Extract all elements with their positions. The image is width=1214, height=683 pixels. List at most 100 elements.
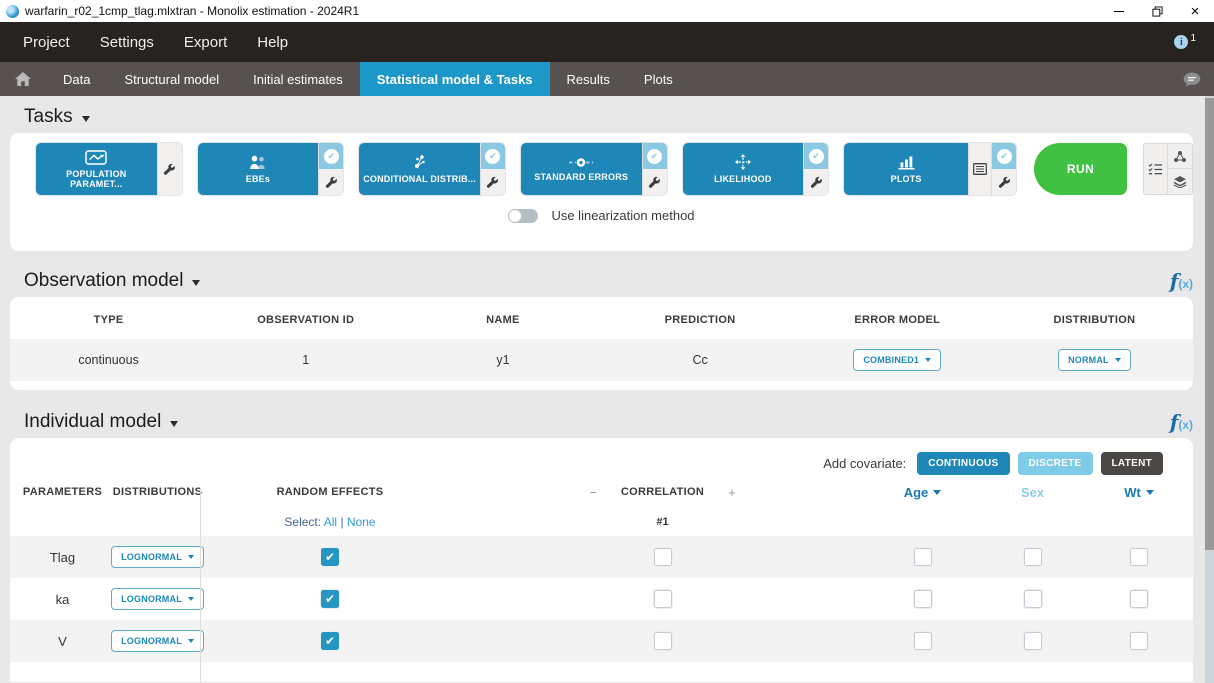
task-settings-button[interactable] [804,169,828,195]
individual-formula-button[interactable]: f (x) [1170,410,1193,434]
age-covariate-checkbox[interactable]: ✔ [914,590,932,608]
task-settings-button[interactable] [643,169,667,195]
task-settings-button[interactable] [319,169,343,195]
linearization-toggle[interactable] [508,209,538,223]
task-population-parameters[interactable]: POPULATION PARAMET... [36,143,182,195]
list-icon [973,163,987,175]
run-button[interactable]: RUN [1034,143,1127,195]
wrench-icon [810,176,823,189]
menu-project[interactable]: Project [8,22,85,62]
tasks-card: POPULATION PARAMET... EBEs ✔ [10,133,1193,251]
col-distributions: DISTRIBUTIONS [113,486,202,498]
task-selected-checkbox[interactable]: ✔ [643,143,667,169]
select-none-link[interactable]: None [347,515,376,529]
home-icon [14,71,32,87]
plots-list-button[interactable] [968,143,991,195]
tab-statistical-model-tasks[interactable]: Statistical model & Tasks [360,62,550,96]
tab-data[interactable]: Data [46,62,107,96]
individual-model-card: Add covariate: CONTINUOUS DISCRETE LATEN… [10,438,1193,682]
title-bar: warfarin_r02_1cmp_tlag.mlxtran - Monolix… [0,0,1214,22]
tab-home[interactable] [0,62,46,96]
menu-help[interactable]: Help [242,22,303,62]
add-latent-covariate-button[interactable]: LATENT [1101,452,1164,475]
col-type: TYPE [94,314,124,326]
task-selected-checkbox[interactable]: ✔ [992,143,1016,169]
error-model-dropdown[interactable]: COMBINED1 [853,349,941,371]
correlation-add-button[interactable]: + [728,485,736,500]
task-settings-button[interactable] [481,169,505,195]
wrench-icon [163,163,176,176]
restore-icon [1152,6,1163,17]
observation-formula-button[interactable]: f (x) [1170,269,1193,293]
menu-settings[interactable]: Settings [85,22,169,62]
maximize-button[interactable] [1138,0,1176,22]
add-discrete-covariate-button[interactable]: DISCRETE [1018,452,1093,475]
feedback-button[interactable] [1182,62,1202,96]
covariate-wt-header[interactable]: Wt [1124,485,1154,500]
minimize-button[interactable] [1100,0,1138,22]
add-covariate-label: Add covariate: [823,456,906,471]
add-continuous-covariate-button[interactable]: CONTINUOUS [917,452,1009,475]
assessment-button[interactable] [1168,144,1192,169]
task-settings-button[interactable] [992,169,1016,195]
observation-model-title[interactable]: Observation model [24,270,200,292]
correlation-group-label: #1 [656,516,668,528]
correlation-checkbox[interactable]: ✔ [654,548,672,566]
col-parameters: PARAMETERS [23,486,102,498]
individual-model-title[interactable]: Individual model [24,411,178,433]
correlation-remove-button[interactable]: − [589,485,597,500]
task-selected-checkbox[interactable]: ✔ [804,143,828,169]
monolix-logo-icon [6,5,19,18]
layers-button[interactable] [1168,169,1192,194]
tab-plots[interactable]: Plots [627,62,690,96]
sex-covariate-checkbox[interactable]: ✔ [1024,590,1042,608]
task-plots[interactable]: PLOTS ✔ [844,143,1016,195]
task-conditional-distribution[interactable]: CONDITIONAL DISTRIB... ✔ [359,143,505,195]
menu-bar: Project Settings Export Help i 1 [0,22,1214,62]
chevron-down-icon [82,116,90,122]
scrollbar-thumb[interactable] [1205,98,1214,550]
task-label: STANDARD ERRORS [534,172,628,182]
select-all-link[interactable]: All [324,515,337,529]
covariate-age-header[interactable]: Age [904,485,942,500]
distribution-dropdown[interactable]: NORMAL [1058,349,1131,371]
col-prediction: PREDICTION [665,314,736,326]
menu-export[interactable]: Export [169,22,242,62]
random-effects-checkbox[interactable]: ✔ [321,632,339,650]
random-effects-checkbox[interactable]: ✔ [321,590,339,608]
task-label: POPULATION PARAMET... [39,169,154,189]
distribution-dropdown[interactable]: LOGNORMAL [111,588,204,610]
tab-results[interactable]: Results [550,62,627,96]
task-settings-button[interactable] [158,143,182,195]
sex-covariate-checkbox[interactable]: ✔ [1024,632,1042,650]
covariate-sex-header[interactable]: Sex [1021,485,1044,500]
tab-structural-model[interactable]: Structural model [107,62,236,96]
task-selected-checkbox[interactable]: ✔ [481,143,505,169]
wt-covariate-checkbox[interactable]: ✔ [1130,590,1148,608]
scenario-checklist-button[interactable] [1144,144,1168,194]
task-standard-errors[interactable]: STANDARD ERRORS ✔ [521,143,667,195]
task-likelihood[interactable]: LIKELIHOOD ✔ [683,143,829,195]
wt-covariate-checkbox[interactable]: ✔ [1130,632,1148,650]
task-selected-checkbox[interactable]: ✔ [319,143,343,169]
task-ebes[interactable]: EBEs ✔ [198,143,344,195]
tasks-section-title[interactable]: Tasks [24,106,90,128]
close-button[interactable]: × [1176,0,1214,22]
age-covariate-checkbox[interactable]: ✔ [914,548,932,566]
column-divider [200,488,201,682]
distribution-dropdown[interactable]: LOGNORMAL [111,546,204,568]
sex-covariate-checkbox[interactable]: ✔ [1024,548,1042,566]
wt-covariate-checkbox[interactable]: ✔ [1130,548,1148,566]
col-random-effects: RANDOM EFFECTS [277,486,384,498]
task-label: LIKELIHOOD [714,174,772,184]
chevron-down-icon [170,421,178,427]
vertical-scrollbar[interactable] [1205,96,1214,683]
correlation-checkbox[interactable]: ✔ [654,632,672,650]
age-covariate-checkbox[interactable]: ✔ [914,632,932,650]
checklist-icon [1148,162,1163,176]
random-effects-checkbox[interactable]: ✔ [321,548,339,566]
notification-indicator[interactable]: i 1 [1174,35,1196,49]
distribution-dropdown[interactable]: LOGNORMAL [111,630,204,652]
correlation-checkbox[interactable]: ✔ [654,590,672,608]
tab-initial-estimates[interactable]: Initial estimates [236,62,360,96]
